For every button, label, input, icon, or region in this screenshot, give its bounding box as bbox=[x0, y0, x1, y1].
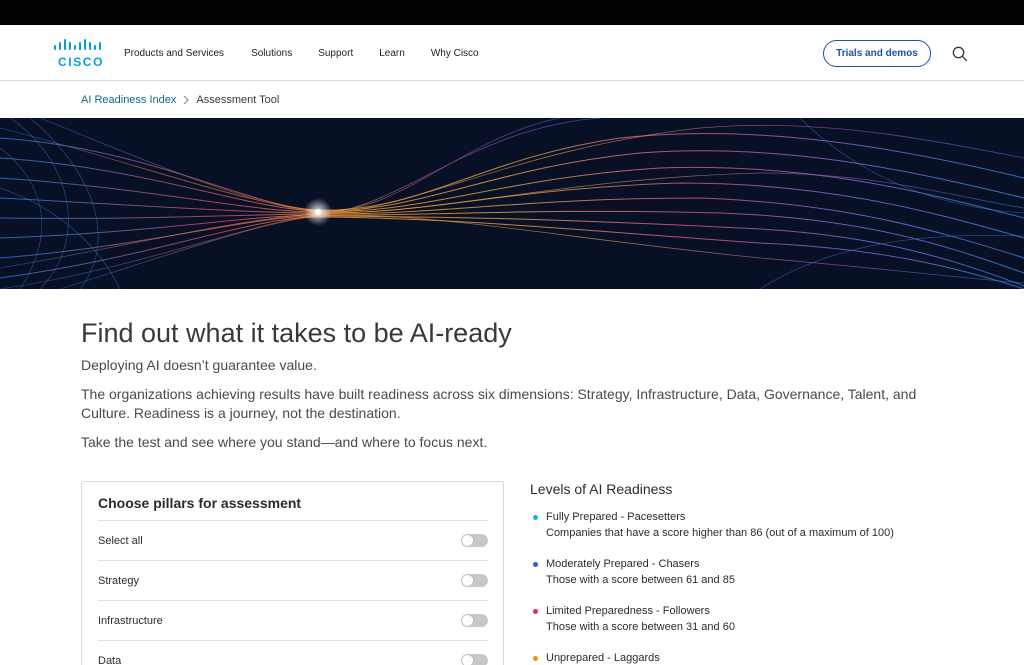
nav-support[interactable]: Support bbox=[318, 48, 353, 59]
level-name: Fully Prepared - Pacesetters bbox=[546, 511, 686, 523]
pillar-label: Infrastructure bbox=[98, 614, 163, 627]
nav-why-cisco[interactable]: Why Cisco bbox=[431, 48, 479, 59]
pillar-row-data: Data bbox=[98, 640, 488, 665]
breadcrumb: AI Readiness Index Assessment Tool bbox=[81, 93, 279, 107]
strategy-toggle[interactable] bbox=[461, 574, 488, 587]
infrastructure-toggle[interactable] bbox=[461, 614, 488, 627]
level-description: Those with a score between 31 and 60 bbox=[546, 621, 735, 633]
level-name: Limited Preparedness - Followers bbox=[546, 605, 710, 617]
intro-section: Find out what it takes to be AI-ready De… bbox=[81, 316, 941, 452]
search-icon[interactable] bbox=[951, 45, 969, 63]
pillar-label: Strategy bbox=[98, 574, 139, 587]
nav-products-and-services[interactable]: Products and Services bbox=[124, 48, 224, 59]
data-toggle[interactable] bbox=[461, 654, 488, 665]
page-title: Find out what it takes to be AI-ready bbox=[81, 318, 512, 348]
trials-and-demos-button[interactable]: Trials and demos bbox=[823, 40, 931, 67]
pillars-card: Choose pillars for assessment Select all… bbox=[81, 481, 504, 665]
intro-paragraph-1: Deploying AI doesn’t guarantee value. bbox=[81, 357, 317, 373]
pillar-row-strategy: Strategy bbox=[98, 560, 488, 600]
level-name: Moderately Prepared - Chasers bbox=[546, 558, 700, 570]
nav-learn[interactable]: Learn bbox=[379, 48, 405, 59]
chevron-right-icon bbox=[184, 95, 190, 105]
nav-solutions[interactable]: Solutions bbox=[251, 48, 292, 59]
level-dot-icon bbox=[533, 562, 538, 567]
main-nav: Products and Services Solutions Support … bbox=[124, 25, 505, 81]
site-header: CISCO Products and Services Solutions Su… bbox=[0, 25, 1024, 81]
level-dot-icon bbox=[533, 609, 538, 614]
cisco-logo[interactable]: CISCO bbox=[54, 39, 105, 69]
breadcrumb-ai-readiness-index[interactable]: AI Readiness Index bbox=[81, 94, 176, 106]
levels-title: Levels of AI Readiness bbox=[530, 481, 673, 497]
level-name: Unprepared - Laggards bbox=[546, 652, 660, 664]
level-dot-icon bbox=[533, 515, 538, 520]
breadcrumb-current: Assessment Tool bbox=[196, 94, 280, 106]
readiness-levels: Levels of AI Readiness Fully Prepared - … bbox=[530, 481, 950, 664]
pillars-title: Choose pillars for assessment bbox=[98, 495, 302, 511]
level-dot-icon bbox=[533, 656, 538, 661]
pillar-row-select-all: Select all bbox=[98, 520, 488, 560]
intro-paragraph-2: The organizations achieving results have… bbox=[81, 386, 917, 421]
cisco-bars-icon bbox=[54, 39, 101, 50]
logo-wordmark: CISCO bbox=[58, 55, 105, 69]
pillar-row-infrastructure: Infrastructure bbox=[98, 600, 488, 640]
pillar-label: Select all bbox=[98, 534, 143, 547]
browser-top-bar bbox=[0, 0, 1024, 25]
level-description: Those with a score between 61 and 85 bbox=[546, 574, 735, 586]
hero-banner-image bbox=[0, 118, 1024, 289]
pillar-label: Data bbox=[98, 654, 122, 665]
level-description: Companies that have a score higher than … bbox=[546, 527, 894, 539]
select-all-toggle[interactable] bbox=[461, 534, 488, 547]
intro-paragraph-3: Take the test and see where you stand—an… bbox=[81, 434, 488, 450]
